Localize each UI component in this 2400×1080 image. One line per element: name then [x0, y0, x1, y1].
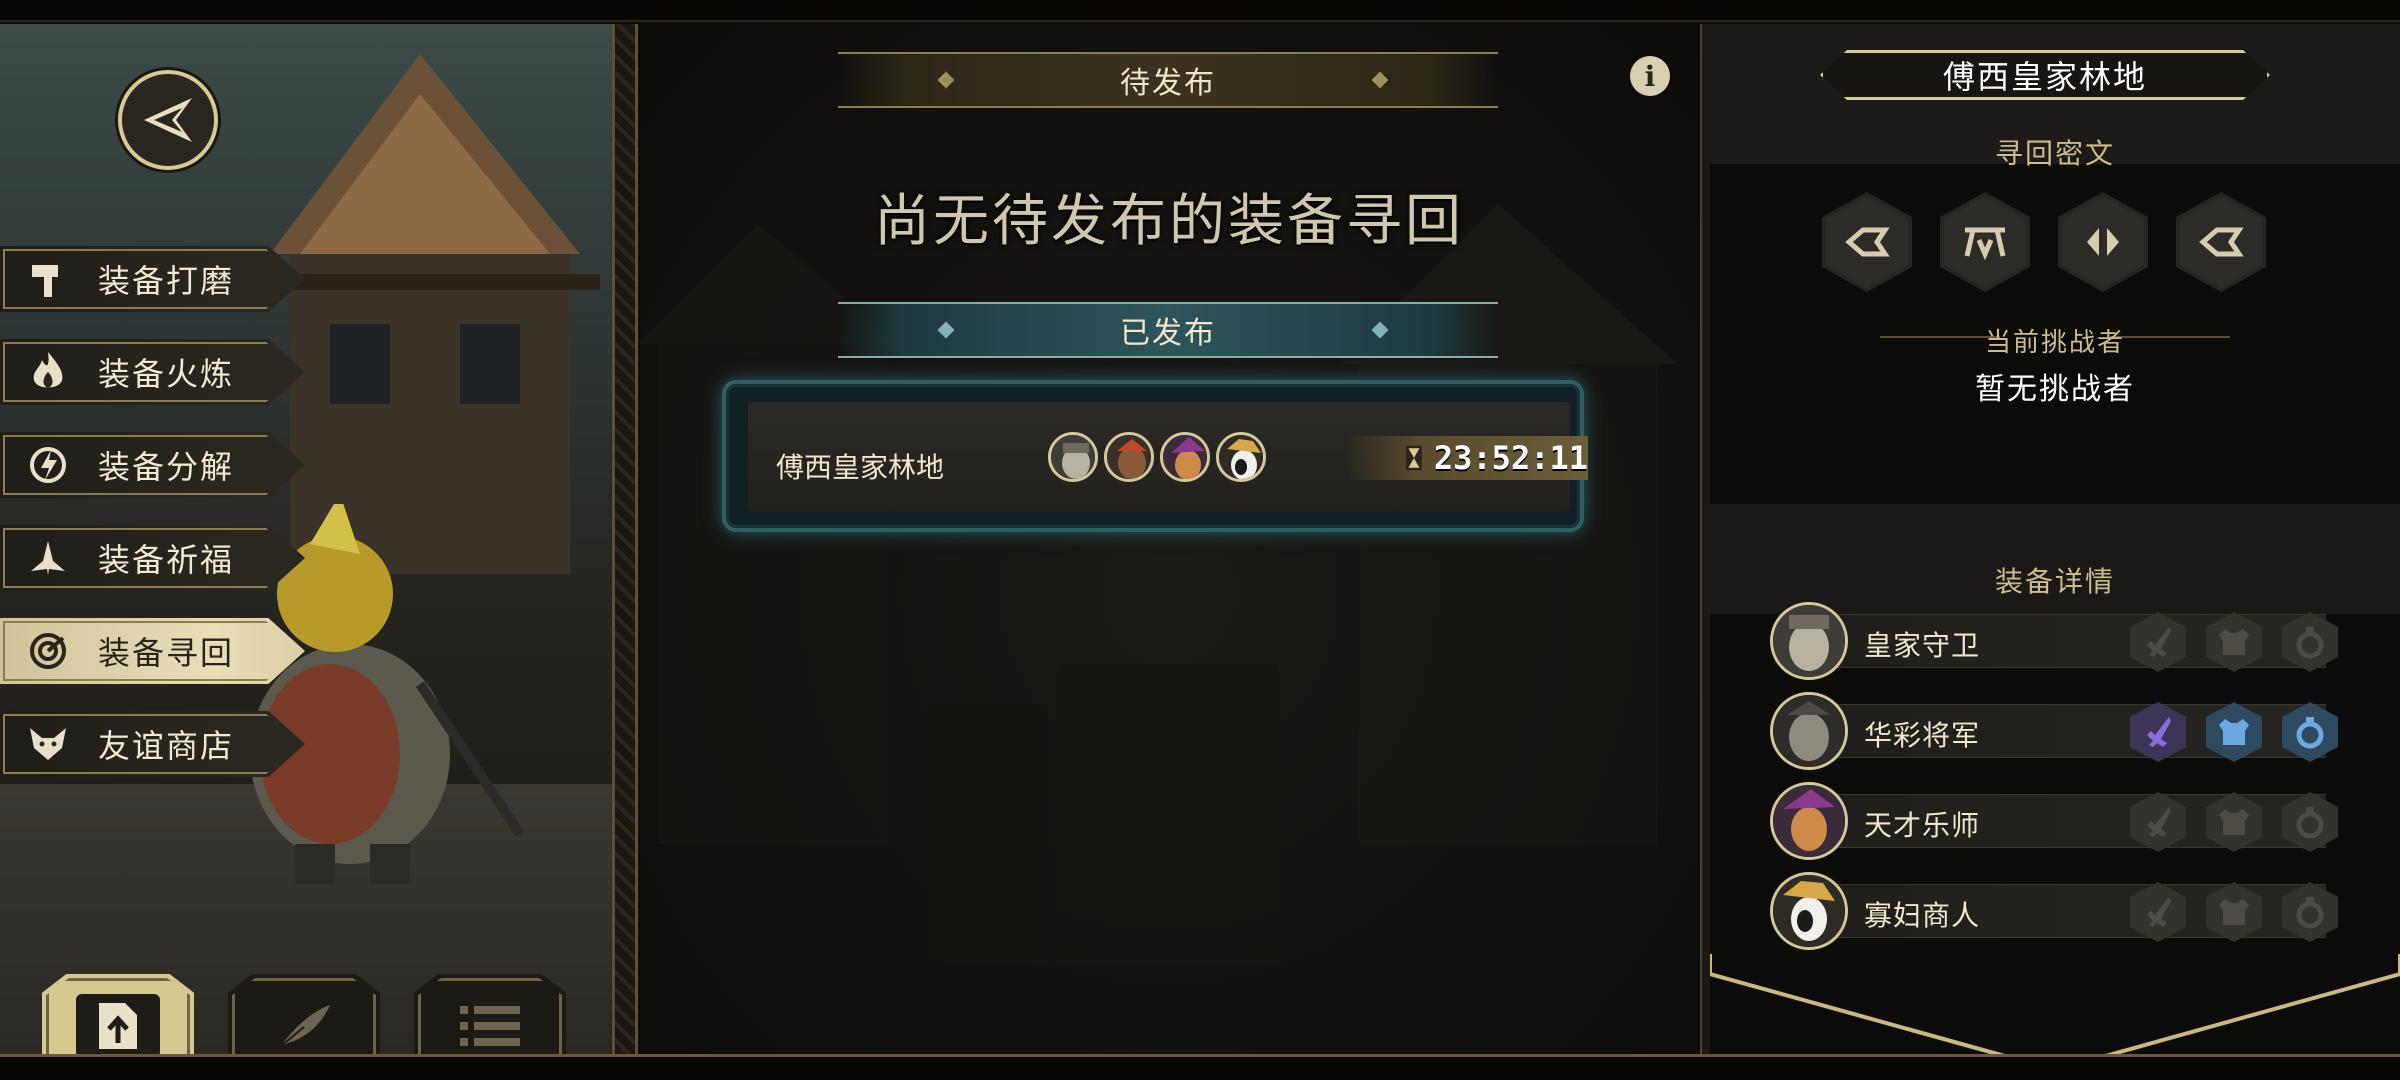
cipher-runes — [1822, 192, 2302, 292]
published-quest-card[interactable]: 傅西皇家林地 23:52:11 — [722, 380, 1588, 532]
bard-portrait — [1770, 782, 1848, 860]
disassemble-icon — [20, 437, 76, 493]
menu-item-bless[interactable]: 装备祈福 — [0, 525, 305, 591]
equip-row-royal-guard[interactable]: 皇家守卫 — [1770, 602, 2338, 680]
quest-portraits — [1048, 432, 1266, 482]
equip-row-bard[interactable]: 天才乐师 — [1770, 782, 2338, 860]
menu-item-polish[interactable]: 装备打磨 — [0, 246, 305, 312]
pending-title: 待发布 — [1120, 66, 1216, 101]
top-strip — [0, 0, 2400, 22]
quill-icon — [262, 994, 346, 1054]
hero-name: 华彩将军 — [1864, 719, 1981, 752]
hammer-icon — [20, 251, 76, 307]
challenger-value: 暂无挑战者 — [1975, 372, 2135, 407]
equip-row-widow-merchant[interactable]: 寡妇商人 — [1770, 872, 2338, 950]
royal-guard-portrait — [1770, 602, 1848, 680]
royal-guard-portrait — [1048, 432, 1098, 482]
general-portrait — [1104, 432, 1154, 482]
upload-file-icon — [76, 994, 160, 1054]
menu-label: 装备火炼 — [98, 355, 235, 393]
tab-publish[interactable] — [42, 974, 194, 1054]
fox-icon — [20, 716, 76, 772]
location-title: 傅西皇家林地 — [1942, 58, 2147, 96]
hero-name: 天才乐师 — [1864, 809, 1981, 842]
menu-item-retrieve[interactable]: 装备寻回 — [0, 618, 305, 684]
equip-heading: 装备详情 — [1994, 565, 2115, 598]
hourglass-icon — [1406, 445, 1422, 471]
list-icon — [448, 994, 532, 1054]
general-portrait — [1770, 692, 1848, 770]
bottom-tabs — [40, 974, 600, 1054]
tab-list[interactable] — [414, 974, 566, 1054]
bottom-strip — [0, 1054, 2400, 1080]
cipher-heading: 寻回密文 — [1994, 137, 2115, 170]
rune-2-icon — [1940, 192, 2030, 292]
hero-name: 寡妇商人 — [1864, 899, 1981, 932]
target-icon — [20, 623, 76, 679]
hero-name: 皇家守卫 — [1864, 629, 1981, 662]
right-divider — [1700, 24, 1710, 1054]
quest-timer: 23:52:11 — [1346, 436, 1588, 480]
rune-3-icon — [2058, 192, 2148, 292]
back-button[interactable] — [118, 70, 218, 170]
menu-label: 装备祈福 — [98, 541, 235, 579]
praying-hands-icon — [20, 530, 76, 586]
tab-records[interactable] — [228, 974, 380, 1054]
menu-item-refine[interactable]: 装备火炼 — [0, 339, 305, 405]
timer-text: 23:52:11 — [1433, 439, 1588, 477]
pending-header: 待发布 — [838, 52, 1498, 108]
info-button[interactable]: i — [1630, 56, 1670, 96]
challenger-label: 当前挑战者 — [1984, 328, 2125, 358]
widow-merchant-portrait — [1770, 872, 1848, 950]
back-arrow-icon — [144, 98, 192, 142]
flame-icon — [20, 344, 76, 400]
rune-4-icon — [2176, 192, 2266, 292]
published-header: 已发布 — [838, 302, 1498, 358]
forge-menu: 装备打磨 装备火炼 装备分解 装备祈福 装备寻回 友谊商店 — [0, 246, 310, 804]
menu-label: 友谊商店 — [98, 727, 235, 765]
info-icon: i — [1644, 59, 1656, 93]
equip-row-general[interactable]: 华彩将军 — [1770, 692, 2338, 770]
menu-label: 装备分解 — [98, 448, 235, 486]
empty-message: 尚无待发布的装备寻回 — [874, 189, 1464, 254]
location-banner: 傅西皇家林地 — [1820, 50, 2270, 100]
menu-label: 装备寻回 — [98, 634, 235, 672]
menu-item-disassemble[interactable]: 装备分解 — [0, 432, 305, 498]
left-divider — [612, 24, 638, 1054]
right-panel: 傅西皇家林地 寻回密文 当前挑战者 暂无挑战者 装备详情 皇家守卫 华彩将军 天… — [1710, 24, 2400, 1073]
widow-merchant-portrait — [1216, 432, 1266, 482]
bard-portrait — [1160, 432, 1210, 482]
menu-item-friendship-shop[interactable]: 友谊商店 — [0, 711, 305, 777]
quest-location: 傅西皇家林地 — [776, 451, 945, 484]
left-panel: 装备打磨 装备火炼 装备分解 装备祈福 装备寻回 友谊商店 — [0, 24, 612, 1054]
published-title: 已发布 — [1120, 316, 1216, 351]
menu-label: 装备打磨 — [98, 262, 235, 300]
background-town — [638, 204, 1678, 964]
rune-1-icon — [1822, 192, 1912, 292]
center-panel: i 待发布 尚无待发布的装备寻回 已发布 傅西皇家林地 23:52:11 — [638, 24, 1700, 1054]
